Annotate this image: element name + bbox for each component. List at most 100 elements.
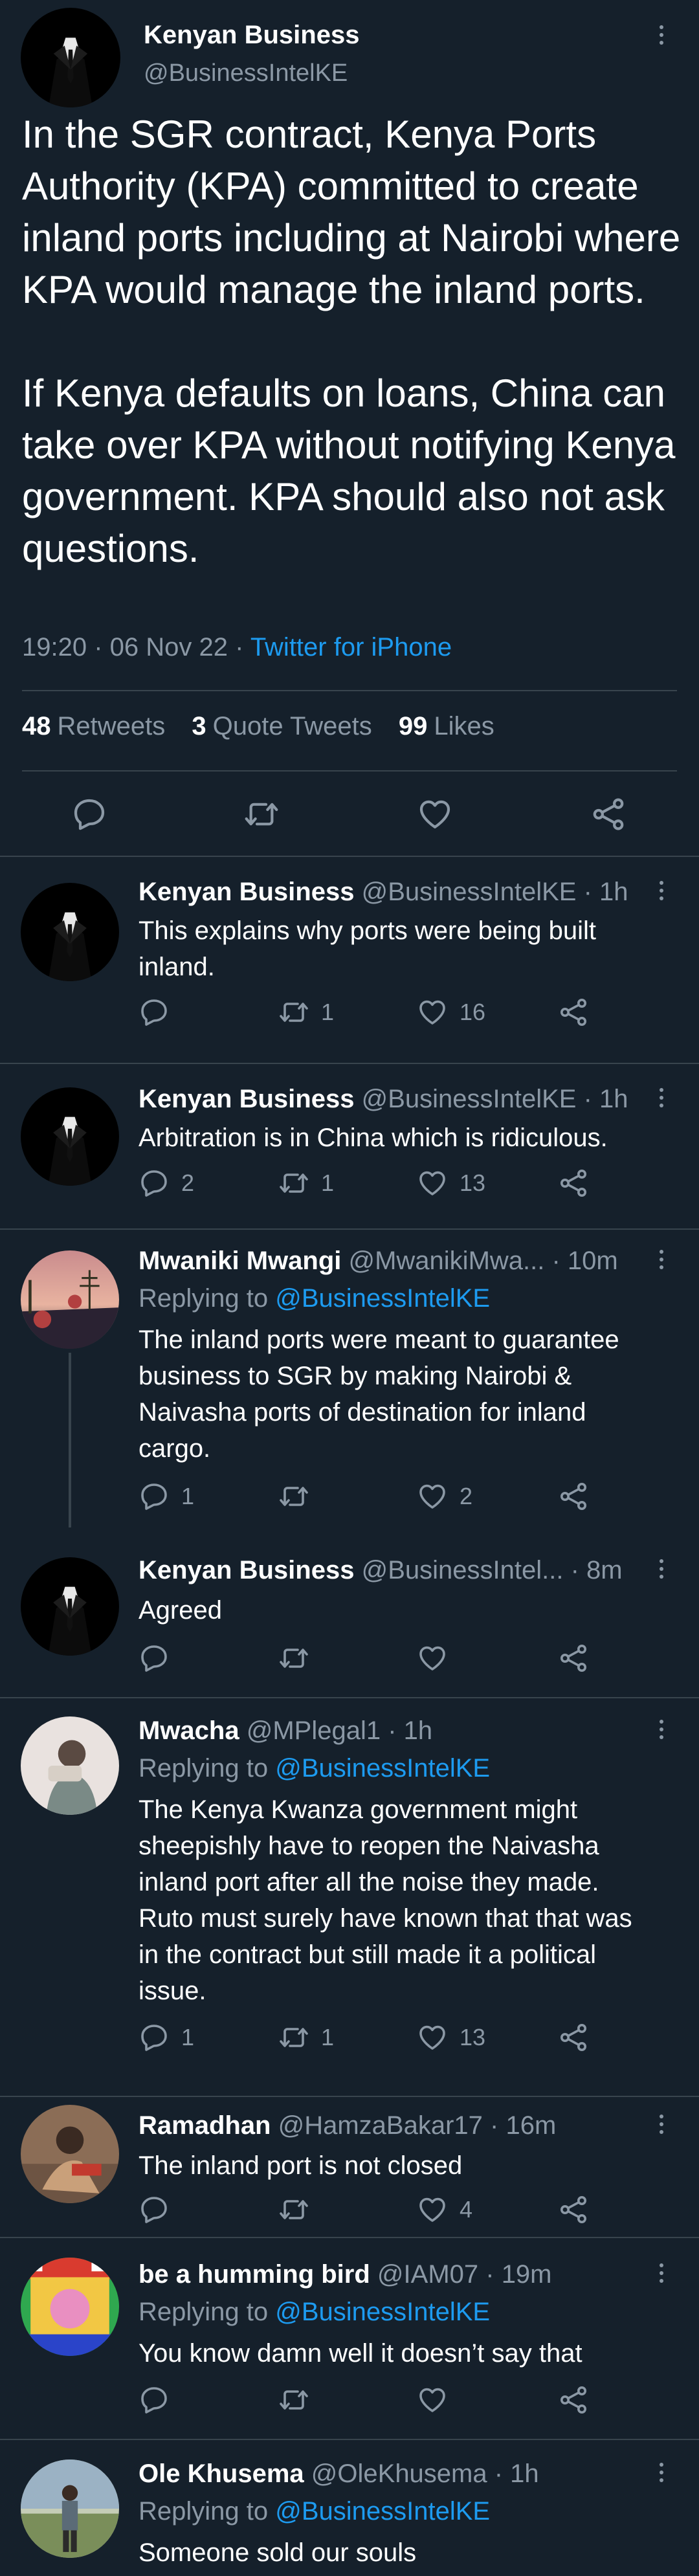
- reply-text: The inland port is not closed: [139, 2151, 463, 2180]
- avatar[interactable]: [21, 1087, 119, 1186]
- reply-tweet[interactable]: Kenyan Business @BusinessIntel... · 8m A…: [0, 1531, 699, 1697]
- replying-to-link[interactable]: @BusinessIntelKE: [275, 1754, 490, 1782]
- more-icon[interactable]: [650, 23, 673, 47]
- reply-author-name[interactable]: Mwaniki Mwangi: [139, 1247, 341, 1275]
- reply-author-name[interactable]: Mwacha: [139, 1716, 239, 1745]
- reply-author-handle[interactable]: @IAM07: [377, 2260, 478, 2289]
- reply-icon[interactable]: 1: [139, 1481, 194, 1512]
- more-icon[interactable]: [650, 1248, 673, 1271]
- share-icon[interactable]: [558, 1481, 589, 1512]
- thread-line: [69, 1353, 71, 1527]
- avatar[interactable]: [21, 883, 119, 981]
- more-icon[interactable]: [650, 2461, 673, 2484]
- replying-to-link[interactable]: @BusinessIntelKE: [275, 1284, 490, 1313]
- reply-text: Arbitration is in China which is ridicul…: [139, 1124, 608, 1152]
- share-icon[interactable]: [558, 1168, 589, 1199]
- avatar[interactable]: [21, 1250, 119, 1349]
- more-icon[interactable]: [650, 1557, 673, 1581]
- share-icon[interactable]: [558, 997, 589, 1028]
- share-icon[interactable]: [558, 2022, 589, 2053]
- reply-author-handle[interactable]: @BusinessIntelKE: [362, 1085, 577, 1113]
- share-icon[interactable]: [558, 2194, 589, 2225]
- reply-author-handle[interactable]: @BusinessIntel...: [362, 1556, 564, 1584]
- avatar[interactable]: [21, 8, 120, 107]
- share-icon[interactable]: [590, 796, 627, 832]
- tweet-actions: [0, 791, 699, 843]
- like-icon[interactable]: [417, 2384, 460, 2415]
- retweet-icon[interactable]: [243, 796, 280, 832]
- like-icon[interactable]: 2: [417, 1481, 472, 1512]
- reply-author-handle[interactable]: @MPlegal1: [247, 1716, 381, 1745]
- reply-time: · 1h: [576, 878, 628, 906]
- retweet-icon[interactable]: 1: [278, 1168, 334, 1199]
- reply-author-handle[interactable]: @MwanikiMwa...: [348, 1247, 544, 1275]
- retweet-icon[interactable]: [278, 2194, 321, 2225]
- more-icon[interactable]: [650, 2113, 673, 2136]
- reply-icon[interactable]: [139, 997, 181, 1028]
- reply-actions: 1 16: [139, 997, 630, 1036]
- reply-author-name[interactable]: Ole Khusema: [139, 2459, 304, 2488]
- retweet-icon[interactable]: [278, 1481, 321, 1512]
- avatar[interactable]: [21, 1716, 119, 1815]
- replying-to-link[interactable]: @BusinessIntelKE: [275, 2497, 490, 2526]
- reply-tweet[interactable]: Mwacha @MPlegal1 · 1h Replying to @Busin…: [0, 1698, 699, 2096]
- reply-author-name[interactable]: Ramadhan: [139, 2111, 271, 2140]
- retweet-icon[interactable]: 1: [278, 2022, 334, 2053]
- quote-tweets-stat[interactable]: 3 Quote Tweets: [192, 712, 372, 740]
- like-icon[interactable]: [417, 1643, 460, 1674]
- like-icon[interactable]: 13: [417, 2022, 485, 2053]
- reply-author-handle[interactable]: @BusinessIntelKE: [362, 878, 577, 906]
- reply-icon[interactable]: [139, 2194, 181, 2225]
- reply-author-handle[interactable]: @OleKhusema: [311, 2459, 487, 2488]
- likes-stat[interactable]: 99 Likes: [399, 712, 494, 740]
- author-name[interactable]: Kenyan Business: [144, 21, 359, 50]
- like-icon[interactable]: [417, 796, 453, 832]
- reply-tweet[interactable]: Kenyan Business @BusinessIntelKE · 1h Th…: [0, 857, 699, 1063]
- main-tweet: Kenyan Business @BusinessIntelKE In the …: [0, 0, 699, 854]
- reply-actions: 1 1 13: [139, 2022, 630, 2061]
- reply-tweet[interactable]: be a humming bird @IAM07 · 19m Replying …: [0, 2238, 699, 2439]
- divider: [22, 770, 677, 772]
- like-icon[interactable]: 4: [417, 2194, 472, 2225]
- avatar[interactable]: [21, 2258, 119, 2356]
- reply-icon[interactable]: [139, 1643, 181, 1674]
- reply-tweet[interactable]: Ole Khusema @OleKhusema · 1h Replying to…: [0, 2440, 699, 2576]
- share-icon[interactable]: [558, 1643, 589, 1674]
- avatar[interactable]: [21, 2459, 119, 2558]
- reply-header: Ramadhan @HamzaBakar17 · 16m: [139, 2111, 556, 2140]
- reply-header: Kenyan Business @BusinessIntelKE · 1h: [139, 878, 628, 907]
- reply-icon[interactable]: [71, 796, 107, 832]
- reply-time: · 1h: [576, 1085, 628, 1113]
- share-icon[interactable]: [558, 2384, 589, 2415]
- replying-to: Replying to @BusinessIntelKE: [139, 2298, 491, 2326]
- reply-author-name[interactable]: be a humming bird: [139, 2260, 370, 2289]
- more-icon[interactable]: [650, 2261, 673, 2285]
- more-icon[interactable]: [650, 879, 673, 902]
- reply-tweet[interactable]: Kenyan Business @BusinessIntelKE · 1h Ar…: [0, 1064, 699, 1228]
- reply-author-name[interactable]: Kenyan Business: [139, 878, 354, 906]
- like-icon[interactable]: 13: [417, 1168, 485, 1199]
- reply-time: · 19m: [478, 2260, 552, 2289]
- avatar[interactable]: [21, 1557, 119, 1656]
- reply-actions: [139, 2384, 630, 2423]
- reply-icon[interactable]: 1: [139, 2022, 194, 2053]
- replying-to-link[interactable]: @BusinessIntelKE: [275, 2298, 490, 2326]
- author-handle[interactable]: @BusinessIntelKE: [144, 60, 348, 87]
- reply-tweet[interactable]: Mwaniki Mwangi @MwanikiMwa... · 10m Repl…: [0, 1230, 699, 1531]
- reply-author-name[interactable]: Kenyan Business: [139, 1085, 354, 1113]
- reply-icon[interactable]: 2: [139, 1168, 194, 1199]
- reply-author-name[interactable]: Kenyan Business: [139, 1556, 354, 1584]
- retweet-icon[interactable]: [278, 1643, 321, 1674]
- tweet-source-link[interactable]: Twitter for iPhone: [250, 633, 452, 661]
- more-icon[interactable]: [650, 1086, 673, 1109]
- reply-icon[interactable]: [139, 2384, 181, 2415]
- reply-text: Agreed: [139, 1596, 222, 1625]
- reply-author-handle[interactable]: @HamzaBakar17: [278, 2111, 483, 2140]
- like-icon[interactable]: 16: [417, 997, 485, 1028]
- more-icon[interactable]: [650, 1718, 673, 1741]
- retweet-icon[interactable]: [278, 2384, 321, 2415]
- reply-tweet[interactable]: Ramadhan @HamzaBakar17 · 16m The inland …: [0, 2097, 699, 2237]
- avatar[interactable]: [21, 2105, 119, 2203]
- retweet-icon[interactable]: 1: [278, 997, 334, 1028]
- retweets-stat[interactable]: 48 Retweets: [22, 712, 165, 740]
